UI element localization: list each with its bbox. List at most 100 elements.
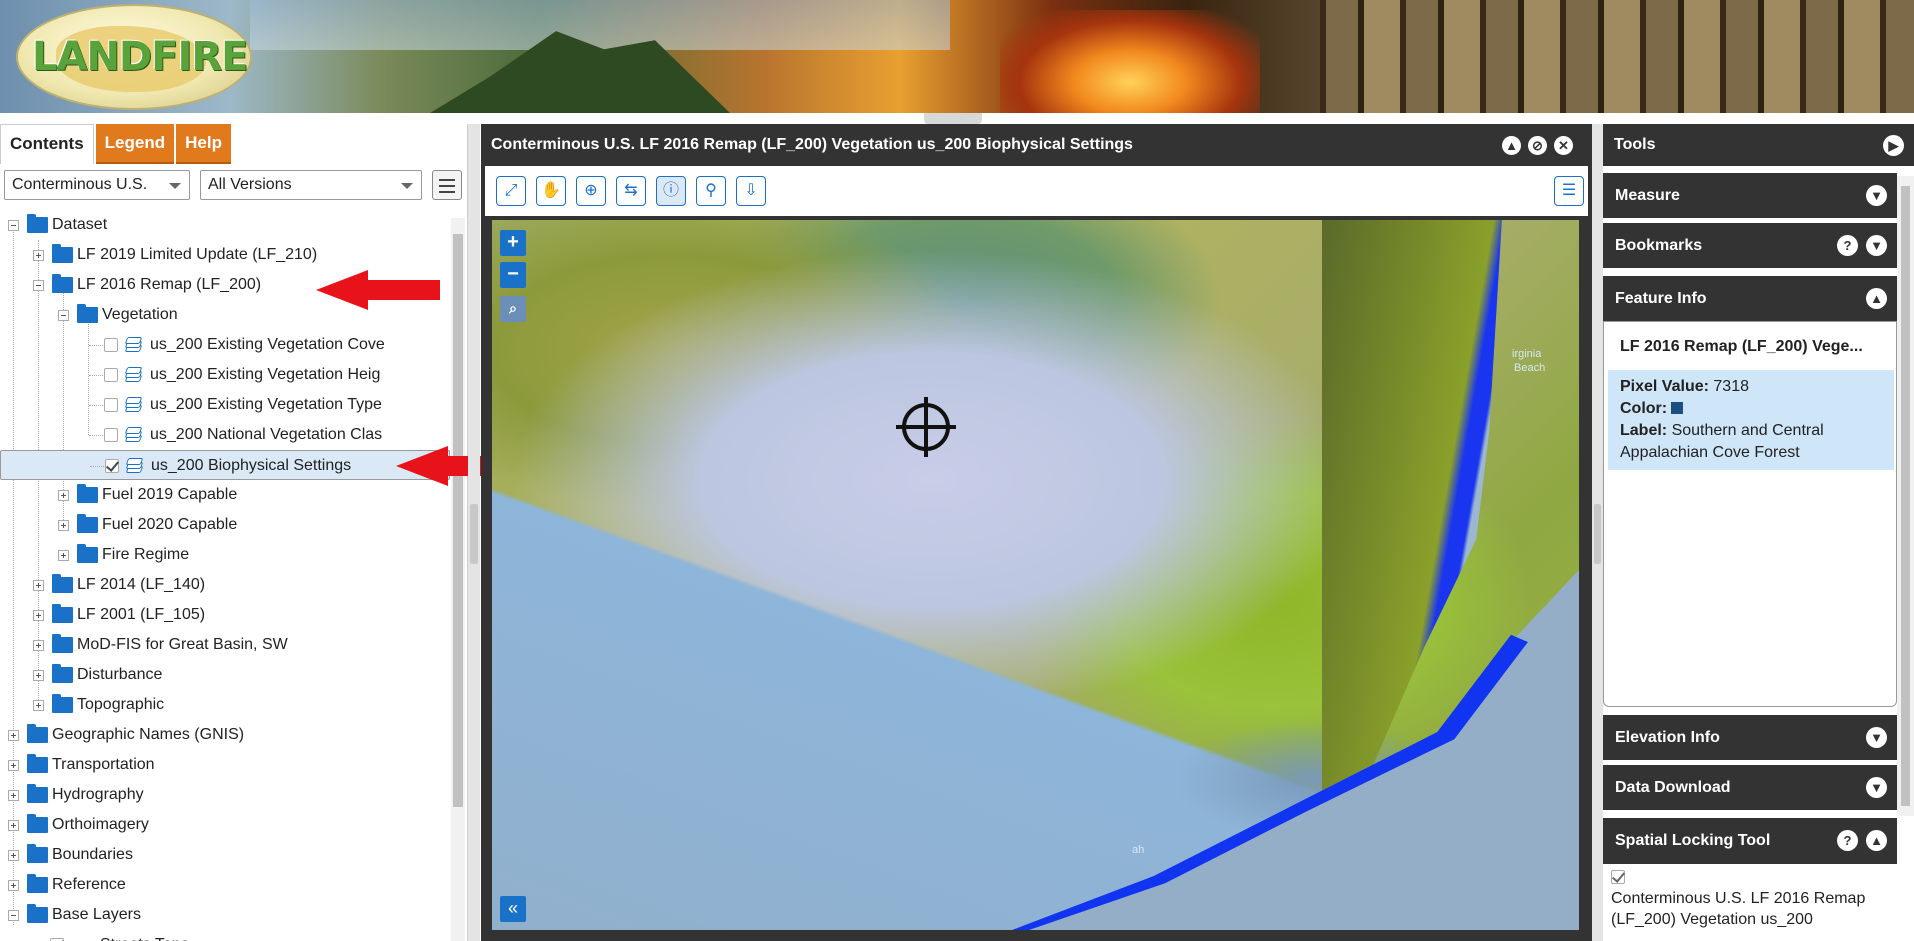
tree-node-lf105[interactable]: LF 2001 (LF_105): [0, 600, 450, 630]
tree-node-gnis[interactable]: Geographic Names (GNIS): [0, 720, 450, 750]
right-splitter[interactable]: [1592, 124, 1603, 941]
minimize-icon[interactable]: ⊘: [1528, 136, 1547, 155]
expand-icon[interactable]: [8, 790, 19, 801]
expand-icon[interactable]: [33, 670, 44, 681]
layer-swipe-icon[interactable]: ⇆: [616, 176, 646, 206]
tree-scrollbar[interactable]: [451, 218, 465, 941]
tree-node-label: Orthoimagery: [52, 816, 149, 833]
tab-contents[interactable]: Contents: [0, 124, 94, 164]
pan-hand-icon[interactable]: ✋: [536, 176, 566, 206]
layer-checkbox-checked[interactable]: [105, 459, 119, 473]
chevron-right-icon[interactable]: ▶: [1883, 135, 1904, 156]
layers-icon-sheet: [125, 458, 144, 465]
expand-icon[interactable]: [33, 700, 44, 711]
list-menu-button[interactable]: [432, 170, 462, 200]
measure-accordion[interactable]: Measure ▼: [1603, 173, 1897, 218]
splitter-grip[interactable]: [470, 504, 478, 564]
expand-icon[interactable]: [33, 610, 44, 621]
chevron-down-icon[interactable]: ▼: [1866, 185, 1887, 206]
tree-node-modfis[interactable]: MoD-FIS for Great Basin, SW: [0, 630, 450, 660]
layer-checkbox[interactable]: [104, 428, 118, 442]
expand-icon[interactable]: [58, 490, 69, 501]
chevron-down-icon[interactable]: ▼: [1866, 777, 1887, 798]
tree-node-disturbance[interactable]: Disturbance: [0, 660, 450, 690]
tree-node-fire-regime[interactable]: Fire Regime: [0, 540, 450, 570]
scrollbar-thumb[interactable]: [453, 234, 463, 807]
spatial-locking-accordion[interactable]: Spatial Locking Tool ? ▲: [1603, 818, 1897, 864]
pixel-value-label: Pixel Value:: [1620, 378, 1709, 395]
download-icon[interactable]: ⇩: [736, 176, 766, 206]
expand-icon[interactable]: [8, 820, 19, 831]
feature-info-accordion[interactable]: Feature Info ▲: [1603, 276, 1897, 321]
tree-node-boundaries[interactable]: Boundaries: [0, 840, 450, 870]
tree-node-evt[interactable]: us_200 Existing Vegetation Type: [0, 390, 450, 420]
zoom-out-button[interactable]: −: [500, 262, 526, 288]
tab-legend[interactable]: Legend: [95, 124, 175, 164]
chevron-up-icon[interactable]: ▲: [1866, 830, 1887, 851]
chevron-down-icon[interactable]: ▼: [1866, 727, 1887, 748]
collapse-icon[interactable]: [33, 280, 44, 291]
identify-info-icon[interactable]: ⓘ: [656, 176, 686, 206]
layer-checkbox[interactable]: [104, 398, 118, 412]
splitter-grip[interactable]: [1594, 504, 1601, 564]
tree-node-fuel-2019[interactable]: Fuel 2019 Capable: [0, 480, 450, 510]
tree-node-streets[interactable]: Streets Topo...: [0, 930, 450, 941]
full-extent-icon[interactable]: ⤢: [496, 176, 526, 206]
tab-help[interactable]: Help: [176, 124, 231, 164]
tools-scrollbar[interactable]: [1897, 176, 1914, 816]
expand-icon[interactable]: [58, 550, 69, 561]
close-icon[interactable]: ✕: [1554, 136, 1573, 155]
tree-node-topographic[interactable]: Topographic: [0, 690, 450, 720]
tree-node-fuel-2020[interactable]: Fuel 2020 Capable: [0, 510, 450, 540]
elevation-info-accordion[interactable]: Elevation Info ▼: [1603, 715, 1897, 760]
layer-checkbox[interactable]: [104, 368, 118, 382]
chevron-up-icon[interactable]: ▲: [1866, 288, 1887, 309]
spatial-lock-checkbox[interactable]: [1611, 870, 1625, 884]
layer-checkbox[interactable]: [104, 338, 118, 352]
tree-node-dataset[interactable]: Dataset: [0, 210, 450, 240]
expand-icon[interactable]: [8, 850, 19, 861]
list-icon[interactable]: ☰: [1554, 176, 1584, 206]
tree-node-reference[interactable]: Reference: [0, 870, 450, 900]
expand-icon[interactable]: [33, 250, 44, 261]
chevron-down-icon[interactable]: ▼: [1866, 235, 1887, 256]
expand-icon[interactable]: [8, 880, 19, 891]
tree-node-bps[interactable]: us_200 Biophysical Settings: [0, 450, 450, 480]
expand-icon[interactable]: [33, 640, 44, 651]
collapse-icon[interactable]: [58, 310, 69, 321]
banner-collapse-handle[interactable]: [924, 113, 982, 124]
version-select[interactable]: All Versions: [200, 170, 422, 200]
bookmarks-accordion[interactable]: Bookmarks ? ▼: [1603, 223, 1897, 268]
tree-node-orthoimagery[interactable]: Orthoimagery: [0, 810, 450, 840]
tree-node-transportation[interactable]: Transportation: [0, 750, 450, 780]
magnifier-icon[interactable]: ⌕: [500, 296, 526, 322]
landfire-logo[interactable]: LANDFIRE: [16, 4, 252, 110]
menu-icon-bar: [439, 191, 455, 193]
left-splitter[interactable]: [468, 124, 480, 941]
data-download-accordion[interactable]: Data Download ▼: [1603, 765, 1897, 810]
region-select[interactable]: Conterminous U.S.: [4, 170, 190, 200]
scrollbar-thumb[interactable]: [1901, 186, 1910, 806]
chevron-up-icon[interactable]: ▲: [1502, 136, 1521, 155]
zoom-in-tool-icon[interactable]: ⊕: [576, 176, 606, 206]
expand-icon[interactable]: [33, 580, 44, 591]
tree-node-evh[interactable]: us_200 Existing Vegetation Heig: [0, 360, 450, 390]
tree-node-nvc[interactable]: us_200 National Vegetation Clas: [0, 420, 450, 450]
tree-node-lf140[interactable]: LF 2014 (LF_140): [0, 570, 450, 600]
tree-node-evc[interactable]: us_200 Existing Vegetation Cove: [0, 330, 450, 360]
color-swatch: [1671, 402, 1684, 414]
help-icon[interactable]: ?: [1837, 235, 1858, 256]
tree-node-base-layers[interactable]: Base Layers: [0, 900, 450, 930]
expand-icon[interactable]: [8, 760, 19, 771]
tree-node-lf210[interactable]: LF 2019 Limited Update (LF_210): [0, 240, 450, 270]
expand-icon[interactable]: [8, 730, 19, 741]
collapse-icon[interactable]: [8, 220, 19, 231]
help-icon[interactable]: ?: [1837, 830, 1858, 851]
zoom-in-button[interactable]: +: [500, 230, 526, 256]
map-canvas[interactable]: irginia Beach ah + − ⌕ «: [492, 220, 1579, 930]
tree-node-hydrography[interactable]: Hydrography: [0, 780, 450, 810]
expand-icon[interactable]: [58, 520, 69, 531]
collapse-panel-button[interactable]: «: [500, 896, 526, 922]
location-pin-icon[interactable]: ⚲: [696, 176, 726, 206]
collapse-icon[interactable]: [8, 910, 19, 921]
